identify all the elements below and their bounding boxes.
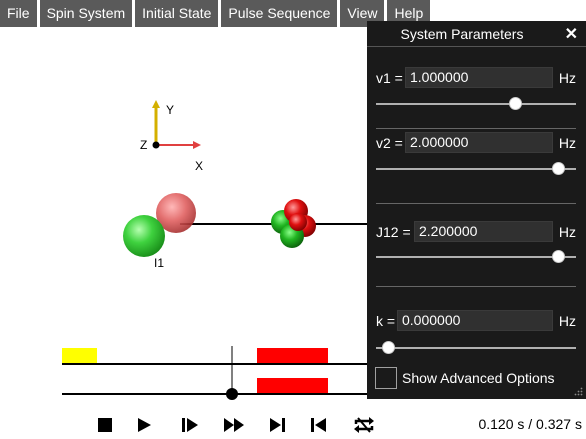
param-row-v2: v2 = 2.000000 Hz	[367, 132, 586, 154]
step-forward-icon	[182, 418, 198, 432]
param-label-k: k =	[376, 313, 396, 329]
param-unit-v2: Hz	[558, 135, 576, 151]
param-input-v2[interactable]: 2.000000	[405, 132, 553, 153]
advanced-options-label: Show Advanced Options	[402, 370, 555, 386]
param-slider-v1[interactable]	[376, 97, 576, 111]
param-input-v1[interactable]: 1.000000	[405, 67, 553, 88]
spin1-green-sphere	[123, 215, 165, 257]
pulse-red-top	[257, 348, 328, 364]
skip-to-end-button[interactable]	[256, 412, 300, 438]
separator	[376, 286, 576, 287]
z-axis-label: Z	[140, 138, 148, 152]
param-unit-k: Hz	[558, 313, 576, 329]
panel-header[interactable]: System Parameters ✕	[367, 21, 586, 47]
z-axis-dot	[152, 141, 160, 149]
param-row-j12: J12 = 2.200000 Hz	[367, 221, 586, 243]
spin2-cluster	[271, 199, 316, 248]
resize-grip-icon[interactable]	[574, 387, 583, 396]
separator	[376, 128, 576, 129]
slider-thumb[interactable]	[509, 97, 522, 110]
slider-track	[376, 256, 576, 258]
param-input-j12[interactable]: 2.200000	[414, 221, 553, 242]
panel-title: System Parameters	[400, 26, 524, 42]
step-forward-button[interactable]	[168, 412, 212, 438]
advanced-options-checkbox[interactable]	[375, 367, 397, 389]
param-slider-k[interactable]	[376, 341, 576, 355]
spin-label: I1	[154, 256, 165, 270]
menu-spin-system[interactable]: Spin System	[39, 0, 133, 27]
param-input-k[interactable]: 0.000000	[397, 310, 553, 331]
transport-controls	[90, 412, 392, 438]
slider-track	[376, 168, 576, 170]
x-axis-label: X	[195, 159, 204, 173]
menu-initial-state[interactable]: Initial State	[135, 0, 219, 27]
x-axis-arrow	[193, 141, 201, 149]
fast-forward-button[interactable]	[212, 412, 256, 438]
loop-icon	[354, 417, 374, 433]
stop-button[interactable]	[90, 412, 120, 438]
param-label-v2: v2 =	[376, 135, 403, 151]
slider-thumb[interactable]	[552, 250, 565, 263]
y-axis-label: Y	[166, 103, 175, 117]
loop-button[interactable]	[336, 412, 392, 438]
param-slider-j12[interactable]	[376, 250, 576, 264]
param-label-j12: J12 =	[376, 224, 411, 240]
pulse-red-bottom	[257, 378, 328, 394]
app-window: File Spin System Initial State Pulse Seq…	[0, 0, 586, 439]
param-slider-v2[interactable]	[376, 162, 576, 176]
play-button[interactable]	[120, 412, 168, 438]
time-readout: 0.120 s / 0.327 s	[478, 416, 582, 432]
separator	[376, 203, 576, 204]
menu-pulse-sequence[interactable]: Pulse Sequence	[221, 0, 338, 27]
param-row-v1: v1 = 1.000000 Hz	[367, 67, 586, 89]
skip-to-end-icon	[270, 418, 285, 432]
y-axis-arrow	[152, 100, 160, 108]
slider-thumb[interactable]	[552, 162, 565, 175]
slider-track	[376, 103, 576, 105]
param-row-k: k = 0.000000 Hz	[367, 310, 586, 332]
pulse-yellow	[62, 348, 97, 364]
advanced-options-toggle[interactable]: Show Advanced Options	[375, 367, 555, 389]
stop-icon	[98, 418, 112, 432]
time-cursor-handle[interactable]	[226, 388, 238, 400]
play-icon	[138, 418, 151, 432]
close-icon[interactable]: ✕	[565, 24, 578, 44]
param-unit-j12: Hz	[558, 224, 576, 240]
fast-forward-icon	[224, 418, 244, 432]
param-unit-v1: Hz	[558, 70, 576, 86]
axis-triad	[152, 100, 201, 149]
slider-thumb[interactable]	[382, 341, 395, 354]
menu-file[interactable]: File	[0, 0, 37, 27]
param-label-v1: v1 =	[376, 70, 403, 86]
slider-track	[376, 347, 576, 349]
skip-to-start-icon	[311, 418, 326, 432]
skip-to-start-button[interactable]	[300, 412, 336, 438]
system-parameters-panel: System Parameters ✕ v1 = 1.000000 Hz v2 …	[367, 21, 586, 399]
